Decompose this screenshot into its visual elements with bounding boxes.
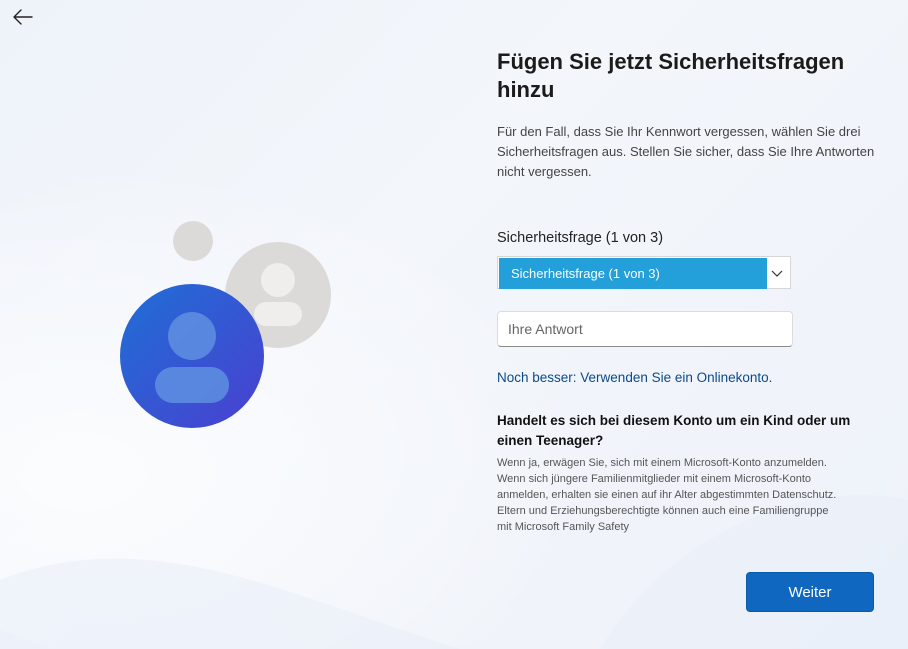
answer-input[interactable] bbox=[497, 311, 793, 347]
chevron-down-icon bbox=[771, 270, 783, 277]
next-button[interactable]: Weiter bbox=[746, 572, 874, 612]
kid-account-text: Wenn ja, erwägen Sie, sich mit einem Mic… bbox=[497, 457, 837, 533]
back-button[interactable] bbox=[8, 4, 38, 30]
security-question-select[interactable]: Sicherheitsfrage (1 von 3) bbox=[497, 256, 791, 289]
security-question-selected-value: Sicherheitsfrage (1 von 3) bbox=[499, 258, 767, 289]
page-title: Fügen Sie jetzt Sicherheitsfragen hinzu bbox=[497, 49, 845, 102]
users-illustration bbox=[110, 210, 350, 440]
arrow-left-icon bbox=[13, 9, 33, 25]
page-description: Für den Fall, dass Sie Ihr Kennwort verg… bbox=[497, 124, 875, 179]
online-account-link[interactable]: Noch besser: Verwenden Sie ein Onlinekon… bbox=[497, 370, 772, 385]
security-questions-panel: Fügen Sie jetzt Sicherheitsfragen hinzu … bbox=[497, 48, 877, 533]
users-icon bbox=[120, 221, 331, 428]
question-label: Sicherheitsfrage (1 von 3) bbox=[497, 230, 664, 246]
kid-account-heading: Handelt es sich bei diesem Konto um ein … bbox=[497, 413, 851, 448]
